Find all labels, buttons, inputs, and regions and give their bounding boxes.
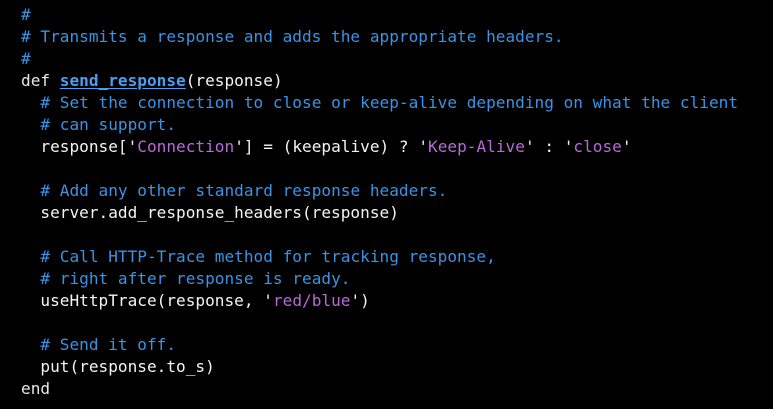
string-quote: ' [127,137,138,156]
code-text: : [534,137,564,156]
code-line[interactable]: # Add any other standard response header… [21,180,773,202]
code-text: ] = (keepalive) ? [243,137,419,156]
function-name: send_response [59,71,186,90]
string-quote: ' [524,137,535,156]
code-text: server.add_response_headers(response) [21,203,399,222]
code-line[interactable]: # right after response is ready. [21,268,773,290]
code-comment: # Set the connection to close or keep-al… [40,93,739,112]
code-line[interactable]: # Send it off. [21,334,773,356]
string-quote: ' [234,137,244,156]
code-line[interactable]: # [21,48,773,70]
code-line[interactable]: put(response.to_s) [21,356,773,378]
code-line[interactable] [21,224,773,246]
code-line[interactable]: # Call HTTP-Trace method for tracking re… [21,246,773,268]
code-keyword: def [21,71,60,90]
code-text: ) [360,291,370,310]
string-literal: close [573,137,622,156]
code-comment: # right after response is ready. [40,269,351,288]
string-literal: Keep-Alive [428,137,525,156]
code-comment: # [21,49,31,68]
code-line[interactable]: useHttpTrace(response, 'red/blue') [21,290,773,312]
code-line[interactable]: server.add_response_headers(response) [21,202,773,224]
code-line[interactable]: # [21,4,773,26]
string-literal: red/blue [272,291,351,310]
code-text: useHttpTrace(response, [21,291,264,310]
code-comment: # [21,5,31,24]
string-literal: Connection [137,137,235,156]
code-keyword: end [21,379,51,398]
string-quote: ' [563,137,574,156]
code-line[interactable] [21,312,773,334]
code-editor[interactable]: # # Transmits a response and adds the app… [0,0,773,409]
code-comment: # Transmits a response and adds the appr… [21,27,564,46]
code-line[interactable] [21,158,773,180]
code-comment: # Call HTTP-Trace method for tracking re… [40,247,496,266]
string-quote: ' [418,137,429,156]
code-text: response[ [21,137,128,156]
code-line[interactable]: end [21,378,773,400]
code-line[interactable]: response['Connection'] = (keepalive) ? '… [21,136,773,158]
code-comment: # can support. [40,115,177,134]
code-line[interactable]: def send_response(response) [21,70,773,92]
code-comment: # Add any other standard response header… [40,181,448,200]
code-line[interactable]: # can support. [21,114,773,136]
string-quote: ' [621,137,632,156]
code-text: put(response.to_s) [21,357,215,376]
code-line[interactable]: # Transmits a response and adds the appr… [21,26,773,48]
code-comment: # Send it off. [40,335,177,354]
string-quote: ' [350,291,361,310]
string-quote: ' [263,291,273,310]
code-line[interactable]: # Set the connection to close or keep-al… [21,92,773,114]
code-text: (response) [185,71,283,90]
